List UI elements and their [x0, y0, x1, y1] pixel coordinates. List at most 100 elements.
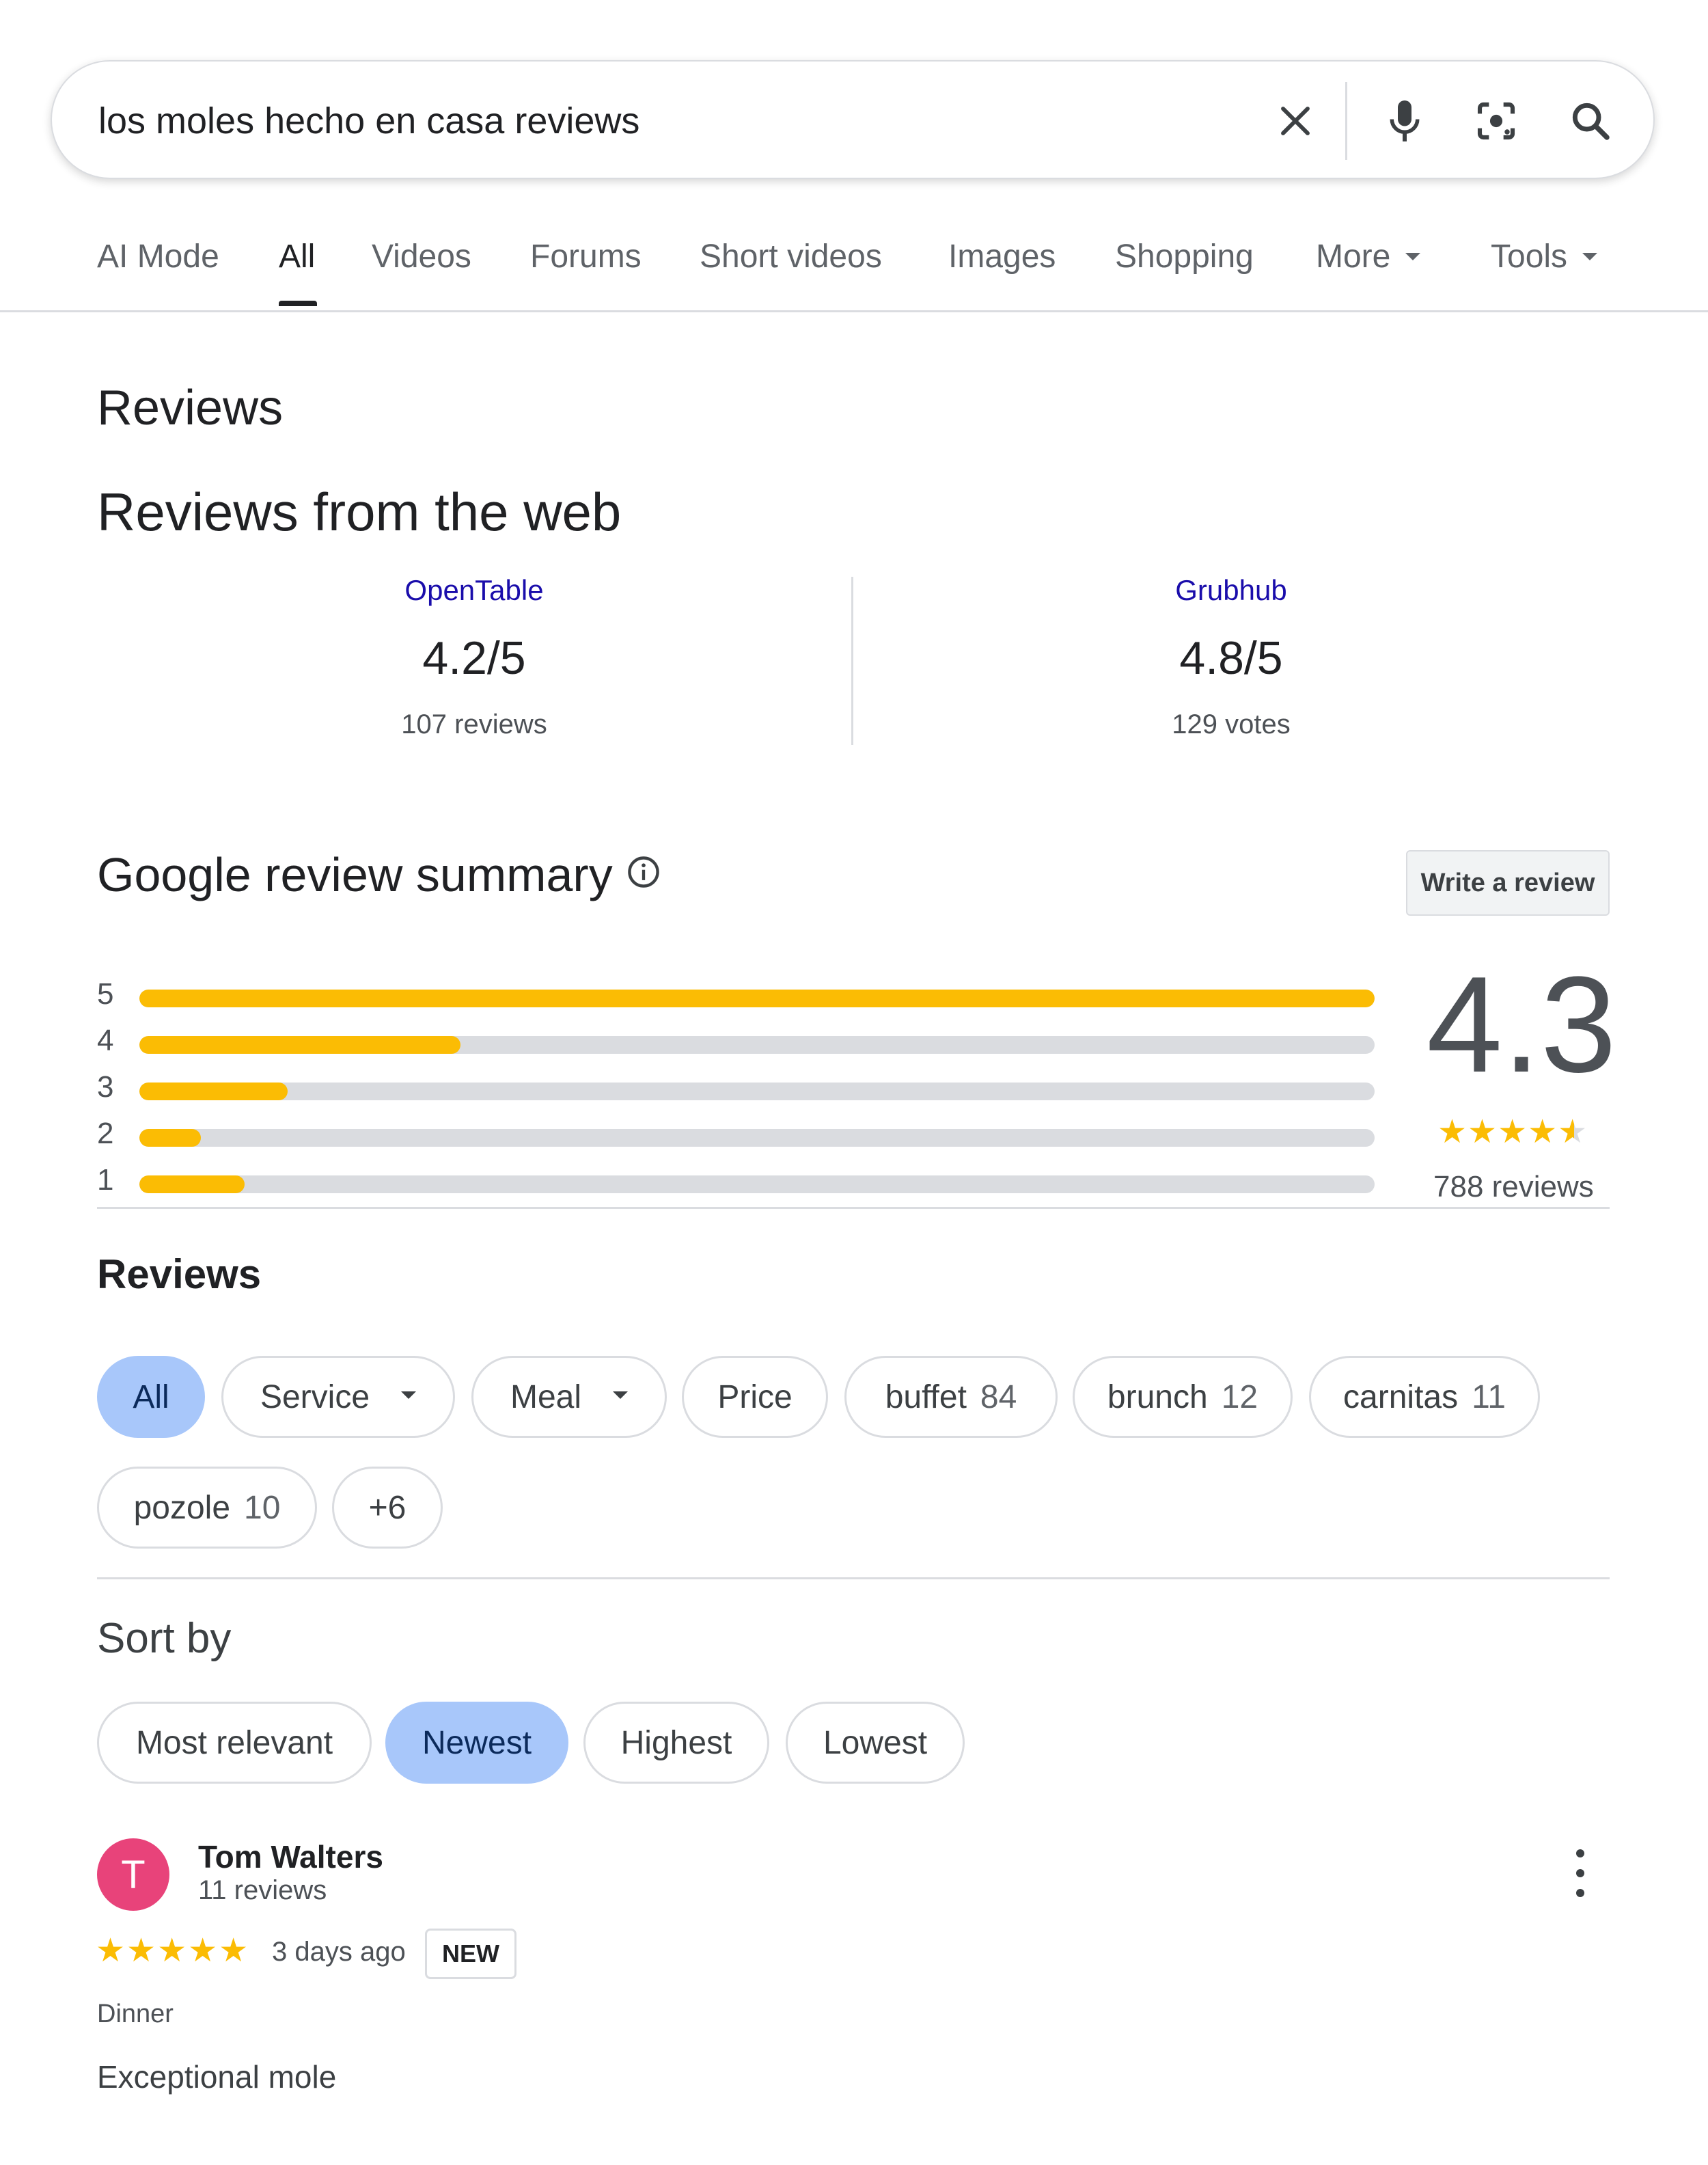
- chevron-down-icon: [613, 1391, 629, 1399]
- search-divider: [1345, 82, 1347, 160]
- review-author-count: 11 reviews: [198, 1875, 327, 1905]
- rating-bar-row[interactable]: 2: [97, 1117, 1375, 1155]
- web-source-card: OpenTable 4.2/5 107 reviews: [98, 574, 850, 740]
- chip-count: 12: [1221, 1378, 1258, 1415]
- tab-all[interactable]: All: [279, 238, 315, 275]
- average-rating: 4.3: [1427, 949, 1617, 1101]
- review-author[interactable]: Tom Walters: [198, 1838, 383, 1875]
- rating-bar-label: 2: [97, 1117, 114, 1150]
- tab-short-videos[interactable]: Short videos: [700, 238, 882, 275]
- source-divider: [851, 577, 853, 745]
- rating-bar-track: [139, 1129, 1375, 1147]
- star-icon: ★: [1468, 1114, 1498, 1150]
- chip-label: All: [133, 1378, 169, 1415]
- active-tab-indicator: [279, 301, 317, 306]
- filter-chip-pozole[interactable]: pozole 10: [97, 1467, 317, 1549]
- tab-shopping[interactable]: Shopping: [1115, 238, 1254, 275]
- half-star-icon: ★: [1558, 1114, 1588, 1150]
- rating-bar-label: 1: [97, 1163, 114, 1197]
- sort-newest[interactable]: Newest: [385, 1702, 568, 1784]
- close-icon[interactable]: [1267, 92, 1324, 150]
- tab-tools[interactable]: Tools: [1491, 238, 1598, 275]
- tab-more-label: More: [1316, 239, 1391, 275]
- avatar[interactable]: T: [97, 1838, 169, 1911]
- search-tabs: AI Mode All Videos Forums Short videos I…: [0, 205, 1708, 312]
- rating-bar-fill: [139, 990, 1375, 1007]
- source-score: 4.2/5: [422, 632, 526, 684]
- source-name-link[interactable]: OpenTable: [404, 574, 543, 607]
- review-meal: Dinner: [97, 2000, 174, 2028]
- filter-chip-price[interactable]: Price: [682, 1356, 828, 1438]
- filter-chip-meal[interactable]: Meal: [471, 1356, 667, 1438]
- lens-icon[interactable]: [1468, 92, 1525, 150]
- divider: [97, 1577, 1610, 1579]
- average-rating-stars: ★★★★★: [1437, 1113, 1588, 1151]
- rating-bar-fill: [139, 1036, 461, 1054]
- rating-bar-label: 5: [97, 977, 114, 1011]
- microphone-icon[interactable]: [1376, 92, 1433, 150]
- sort-heading: Sort by: [97, 1615, 232, 1662]
- rating-bar-track: [139, 990, 1375, 1007]
- sort-highest[interactable]: Highest: [583, 1702, 769, 1784]
- sort-lowest[interactable]: Lowest: [786, 1702, 965, 1784]
- chip-label: Most relevant: [135, 1724, 333, 1761]
- chip-label: Meal: [510, 1378, 582, 1415]
- tab-more[interactable]: More: [1316, 238, 1421, 275]
- source-name-link[interactable]: Grubhub: [1175, 574, 1286, 607]
- source-score: 4.8/5: [1179, 632, 1283, 684]
- chip-label: Lowest: [823, 1724, 928, 1761]
- filter-chip-brunch[interactable]: brunch 12: [1073, 1356, 1293, 1438]
- chip-label: buffet: [885, 1378, 967, 1415]
- total-review-count: 788 reviews: [1433, 1170, 1594, 1203]
- star-icon: ★: [1437, 1114, 1468, 1150]
- summary-title: Google review summary: [97, 848, 613, 901]
- filter-chip-carnitas[interactable]: carnitas 11: [1309, 1356, 1540, 1438]
- rating-bar-track: [139, 1036, 1375, 1054]
- chip-label: carnitas: [1343, 1378, 1459, 1415]
- chip-label: Price: [717, 1378, 793, 1415]
- rating-bar-row[interactable]: 3: [97, 1070, 1375, 1108]
- rating-bar-label: 3: [97, 1070, 114, 1104]
- chevron-down-icon: [401, 1391, 417, 1399]
- chevron-down-icon: [1582, 252, 1598, 260]
- tab-images[interactable]: Images: [948, 238, 1056, 275]
- rating-bar-label: 4: [97, 1024, 114, 1057]
- tab-videos[interactable]: Videos: [372, 238, 471, 275]
- tab-forums[interactable]: Forums: [530, 238, 642, 275]
- rating-bar-track: [139, 1175, 1375, 1193]
- sort-most-relevant[interactable]: Most relevant: [97, 1702, 372, 1784]
- tab-ai-mode[interactable]: AI Mode: [97, 238, 219, 275]
- chip-label: Highest: [620, 1724, 732, 1761]
- more-options-icon[interactable]: [1569, 1849, 1592, 1897]
- info-icon[interactable]: [626, 854, 661, 890]
- star-icon: ★: [1528, 1114, 1558, 1150]
- write-review-button[interactable]: Write a review: [1406, 850, 1610, 916]
- filter-chip-service[interactable]: Service: [221, 1356, 455, 1438]
- chip-label: pozole: [133, 1489, 231, 1526]
- source-count: 107 reviews: [401, 709, 547, 739]
- filter-chip-more[interactable]: +6: [332, 1467, 443, 1549]
- source-count: 129 votes: [1172, 709, 1291, 739]
- chip-count: 10: [244, 1489, 281, 1526]
- rating-bar-fill: [139, 1129, 202, 1147]
- divider: [97, 1207, 1610, 1209]
- search-input[interactable]: [98, 93, 1192, 149]
- web-source-card: Grubhub 4.8/5 129 votes: [855, 574, 1607, 740]
- chip-label: Newest: [422, 1724, 532, 1761]
- chip-count: 11: [1472, 1378, 1506, 1415]
- chip-label: Service: [260, 1378, 370, 1415]
- rating-bar-row[interactable]: 1: [97, 1163, 1375, 1201]
- new-badge: NEW: [425, 1929, 516, 1979]
- rating-bar-track: [139, 1082, 1375, 1100]
- rating-bar-row[interactable]: 4: [97, 1024, 1375, 1062]
- reviews-filter-heading: Reviews: [97, 1251, 262, 1297]
- rating-bar-fill: [139, 1082, 288, 1100]
- filter-chip-all[interactable]: All: [97, 1356, 205, 1438]
- chevron-down-icon: [1405, 252, 1421, 260]
- rating-bar-row[interactable]: 5: [97, 977, 1375, 1016]
- filter-chip-buffet[interactable]: buffet 84: [844, 1356, 1058, 1438]
- chip-label: brunch: [1107, 1378, 1208, 1415]
- search-icon[interactable]: [1562, 92, 1619, 150]
- review-text: Exceptional mole: [97, 2059, 337, 2095]
- rating-bar-fill: [139, 1175, 245, 1193]
